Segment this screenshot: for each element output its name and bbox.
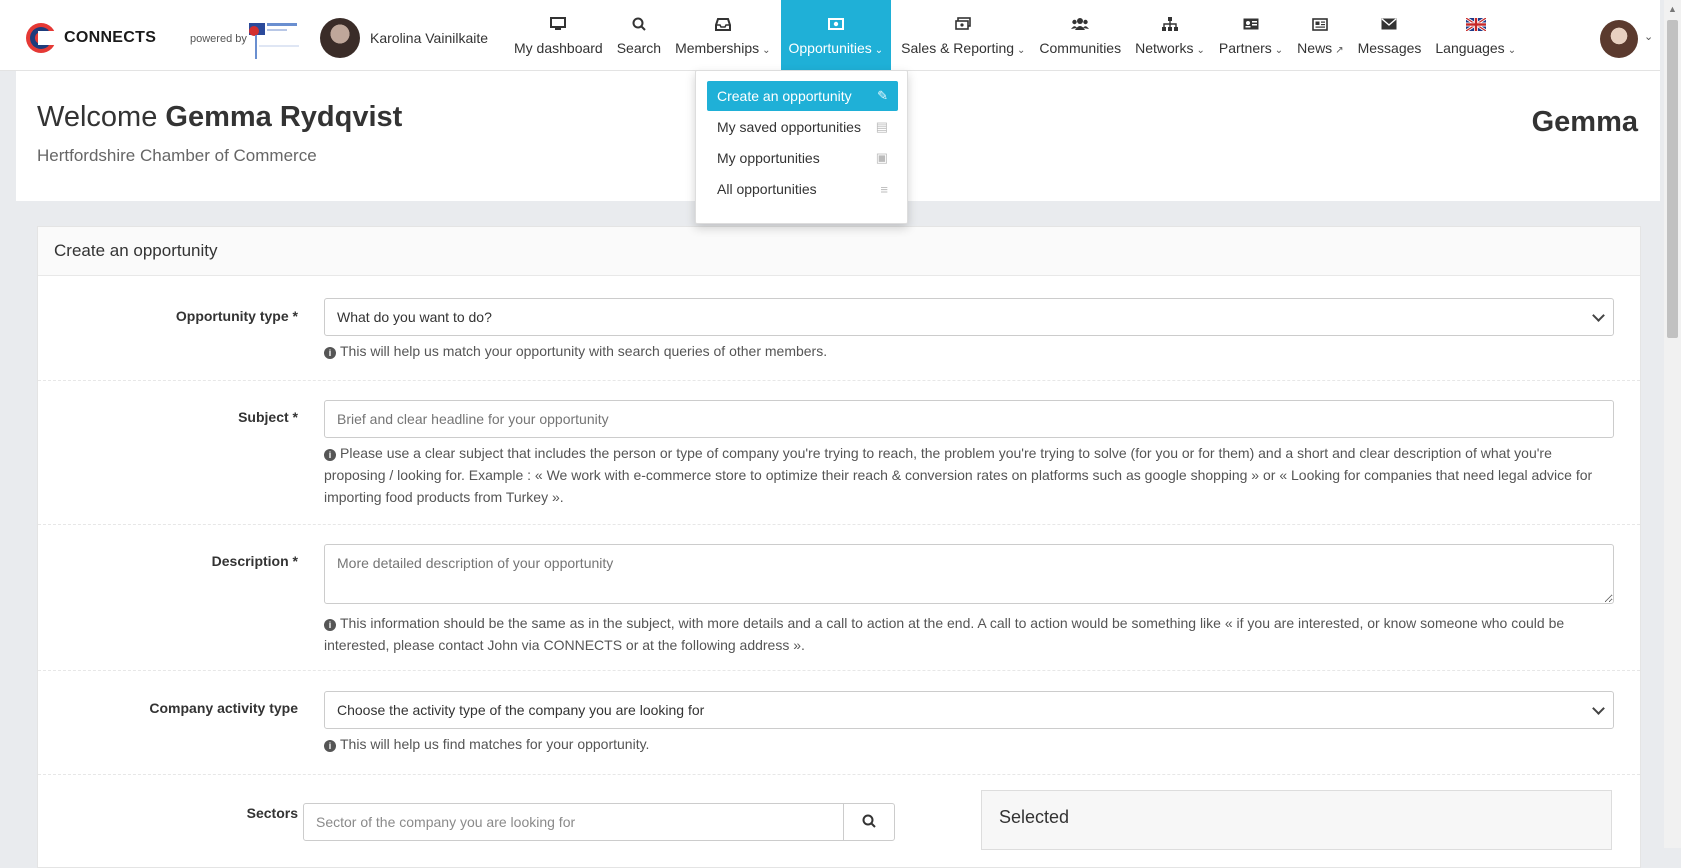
money-icon: ▣ [875,150,888,165]
company-activity-label: Company activity type [149,700,298,716]
chevron-down-icon: ⌄ [1196,45,1205,56]
menu-create-opportunity[interactable]: Create an opportunity ✎ [707,81,898,111]
users-icon [1071,16,1090,32]
chevron-down-icon[interactable]: ⌄ [1644,30,1653,43]
hertfordshire-global-logo [249,23,299,59]
nav-partners[interactable]: Partners ⌄ [1215,0,1287,70]
panel-header: Create an opportunity [38,227,1640,276]
selected-sectors-box: Selected [981,790,1612,850]
chevron-down-icon: ⌄ [1017,45,1026,56]
info-icon: i [324,740,336,752]
opportunity-type-row: Opportunity type * What do you want to d… [38,276,1640,381]
money-stack-icon [955,16,972,32]
connects-logo-icon [26,23,56,53]
sector-search-field[interactable]: Sector of the company you are looking fo… [303,803,895,841]
nav-networks[interactable]: Networks ⌄ [1131,0,1209,70]
chevron-down-icon [1592,309,1605,322]
powered-by-text: powered by [190,33,247,45]
menu-my-opportunities[interactable]: My opportunities ▣ [707,143,898,173]
opportunity-type-help: i This will help us match your opportunit… [324,340,1614,362]
nav-messages[interactable]: Messages [1354,0,1426,70]
welcome-right-name: Gemma [1531,106,1638,138]
list-icon: ≡ [880,181,888,197]
edit-icon: ✎ [877,88,888,103]
uk-flag-icon [1465,16,1486,32]
newspaper-icon [1312,16,1329,32]
nav-search[interactable]: Search [613,0,665,70]
sectors-label: Sectors [246,805,298,821]
chevron-down-icon: ⌄ [874,45,884,56]
nav-opportunities[interactable]: Opportunities ⌄ [780,0,892,70]
save-icon: ▤ [875,119,888,134]
nav-languages[interactable]: Languages ⌄ [1431,0,1520,70]
brand-name: CONNECTS [64,29,157,46]
company-activity-select[interactable]: Choose the activity type of the company … [324,691,1614,729]
subject-input[interactable] [324,400,1614,438]
subject-help: i Please use a clear subject that include… [324,445,1593,505]
main-nav: My dashboard Search Memberships ⌄ Opportu… [510,0,1526,70]
description-textarea[interactable] [324,544,1614,604]
search-icon [862,814,876,831]
chevron-down-icon [1592,702,1605,715]
user-name: Karolina Vainilkaite [370,30,489,46]
sector-search-button[interactable] [843,804,894,840]
profile-avatar[interactable] [1600,20,1638,58]
sector-search-placeholder: Sector of the company you are looking fo… [316,814,576,830]
info-icon: i [324,449,336,461]
nav-news[interactable]: News ↗ [1293,0,1347,70]
menu-my-saved-opportunities[interactable]: My saved opportunities ▤ [707,112,898,142]
subject-label: Subject * [238,409,298,425]
user-avatar [320,18,360,58]
scroll-up-arrow-icon[interactable]: ▲ [1668,4,1677,14]
chevron-down-icon: ⌄ [1507,45,1517,56]
envelope-icon [1381,16,1397,32]
opportunities-dropdown-menu: Create an opportunity ✎ My saved opportun… [695,70,908,224]
description-help: i This information should be the same as … [324,615,1565,653]
menu-all-opportunities[interactable]: All opportunities ≡ [707,174,898,204]
description-label: Description * [211,553,298,569]
subject-row: Subject * iPlease use a clear subject th… [38,380,1640,525]
organisation-name: Hertfordshire Chamber of Commerce [37,146,317,165]
nav-sales-reporting[interactable]: Sales & Reporting ⌄ [897,0,1029,70]
external-link-icon: ↗ [1335,45,1344,56]
monitor-icon [550,16,567,32]
info-icon: i [324,347,336,359]
description-row: Description * iThis information should b… [38,524,1640,671]
current-user[interactable]: Karolina Vainilkaite [320,18,488,58]
sitemap-icon [1161,16,1178,32]
scrollbar-thumb[interactable] [1667,20,1678,338]
search-icon [632,16,646,32]
page-scrollbar[interactable]: ▲ [1664,0,1681,848]
chevron-down-icon: ⌄ [762,45,771,56]
money-icon [827,16,844,32]
nav-communities[interactable]: Communities [1035,0,1125,70]
company-activity-row: Company activity type Choose the activit… [38,670,1640,775]
panel-title: Create an opportunity [54,241,218,260]
opportunity-type-select[interactable]: What do you want to do? [324,298,1614,336]
connects-logo[interactable]: CONNECTS [26,23,156,53]
inbox-icon [714,16,731,32]
chevron-down-icon: ⌄ [1274,45,1284,56]
opportunity-type-label: Opportunity type * [175,308,298,324]
nav-memberships[interactable]: Memberships ⌄ [671,0,774,70]
create-opportunity-panel: Create an opportunity Opportunity type *… [37,226,1641,868]
company-activity-help: i This will help us find matches for your… [324,733,1614,755]
top-navbar: CONNECTS powered by Karolina Vainilkaite… [0,0,1660,71]
selected-title: Selected [999,807,1070,827]
info-icon: i [324,619,336,631]
nav-my-dashboard[interactable]: My dashboard [510,0,607,70]
id-card-icon [1243,16,1259,32]
welcome-heading: Welcome Gemma Rydqvist [37,101,403,133]
